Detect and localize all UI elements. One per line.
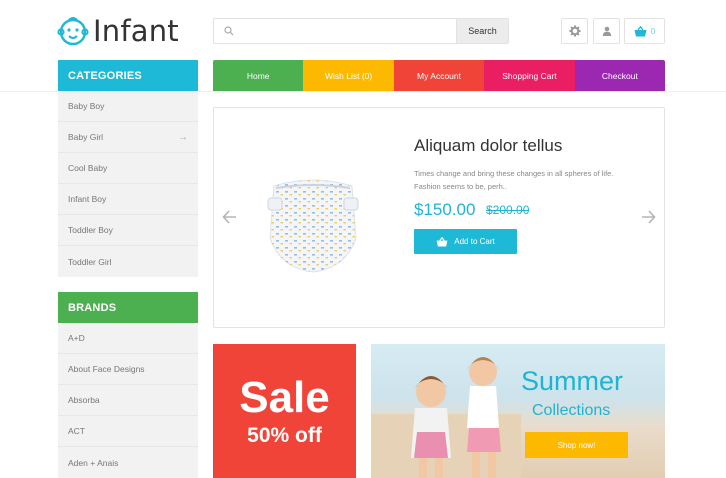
cart-button[interactable]: 0 xyxy=(624,18,665,44)
category-label: Toddler Girl xyxy=(68,256,112,267)
search-bar: Search xyxy=(213,18,509,44)
brand-label: Aden + Anais xyxy=(68,457,119,468)
category-label: Cool Baby xyxy=(68,163,108,173)
brands-list: A+D About Face Designs Absorba ACT Aden … xyxy=(58,323,198,478)
product-description: Times change and bring these changes in … xyxy=(414,169,614,191)
logo-text: Infant xyxy=(93,14,179,48)
baby-face-icon xyxy=(57,17,89,46)
sale-subtitle: 50% off xyxy=(247,424,322,447)
category-label: Infant Boy xyxy=(68,194,107,204)
main-nav: Home Wish List (0) My Account Shopping C… xyxy=(213,60,666,91)
brand-label: Absorba xyxy=(68,395,100,405)
category-item[interactable]: Toddler Girl xyxy=(58,246,198,277)
brand-label: About Face Designs xyxy=(68,364,145,374)
basket-icon xyxy=(634,25,647,36)
add-to-cart-button[interactable]: Add to Cart xyxy=(414,229,517,254)
category-label: Toddler Boy xyxy=(68,225,113,235)
brands-panel: BRANDS A+D About Face Designs Absorba AC… xyxy=(58,292,198,478)
categories-panel: CATEGORIES Baby Boy Baby Girl → Cool Baby… xyxy=(58,60,198,277)
product-title[interactable]: Aliquam dolor tellus xyxy=(414,136,562,156)
category-item[interactable]: Baby Boy xyxy=(58,91,198,122)
user-icon xyxy=(602,26,611,36)
brand-item[interactable]: Absorba xyxy=(58,385,198,416)
search-input[interactable] xyxy=(240,26,440,36)
category-item[interactable]: Baby Girl → xyxy=(58,122,198,153)
brand-item[interactable]: A+D xyxy=(58,323,198,354)
nav-my-account[interactable]: My Account xyxy=(393,60,485,91)
cart-count: 0 xyxy=(650,26,656,36)
children-photo xyxy=(371,357,521,478)
categories-heading: CATEGORIES xyxy=(58,60,198,91)
product-image[interactable] xyxy=(266,168,360,276)
product-old-price: $200.00 xyxy=(486,203,530,217)
brand-item[interactable]: ACT xyxy=(58,416,198,447)
nav-wish-list[interactable]: Wish List (0) xyxy=(303,60,394,91)
brand-label: ACT xyxy=(68,426,85,436)
category-label: Baby Boy xyxy=(68,101,105,111)
gear-icon xyxy=(569,25,580,37)
brands-heading: BRANDS xyxy=(58,292,198,323)
logo[interactable]: Infant xyxy=(57,14,179,48)
add-to-cart-label: Add to Cart xyxy=(454,237,495,246)
search-button[interactable]: Search xyxy=(456,19,508,43)
chevron-right-icon: → xyxy=(178,131,188,143)
basket-icon xyxy=(436,236,448,247)
arrow-left-icon[interactable] xyxy=(222,207,238,227)
product-price: $150.00 xyxy=(414,200,476,219)
nav-home[interactable]: Home xyxy=(213,60,304,91)
product-slider: Aliquam dolor tellus Times change and br… xyxy=(213,107,665,328)
search-icon xyxy=(224,26,234,36)
shop-now-button[interactable]: Shop now! xyxy=(525,432,628,458)
brand-label: A+D xyxy=(68,333,85,343)
category-item[interactable]: Infant Boy xyxy=(58,184,198,215)
nav-checkout[interactable]: Checkout xyxy=(574,60,666,91)
category-item[interactable]: Cool Baby xyxy=(58,153,198,184)
categories-list: Baby Boy Baby Girl → Cool Baby Infant Boy… xyxy=(58,91,198,277)
category-item[interactable]: Toddler Boy xyxy=(58,215,198,246)
sale-banner[interactable]: Sale 50% off xyxy=(213,344,356,478)
brand-item[interactable]: About Face Designs xyxy=(58,354,198,385)
account-button[interactable] xyxy=(593,18,620,44)
brand-item[interactable]: Aden + Anais xyxy=(58,447,198,478)
settings-button[interactable] xyxy=(561,18,588,44)
search-field[interactable] xyxy=(214,19,456,43)
category-label: Baby Girl xyxy=(68,132,103,142)
nav-shopping-cart[interactable]: Shopping Cart xyxy=(484,60,575,91)
summer-banner[interactable]: Summer Collections Shop now! xyxy=(371,344,665,478)
summer-subtitle: Collections xyxy=(532,402,611,419)
summer-title: Summer xyxy=(521,366,624,396)
sale-title: Sale xyxy=(239,373,330,422)
arrow-right-icon[interactable] xyxy=(640,207,656,227)
